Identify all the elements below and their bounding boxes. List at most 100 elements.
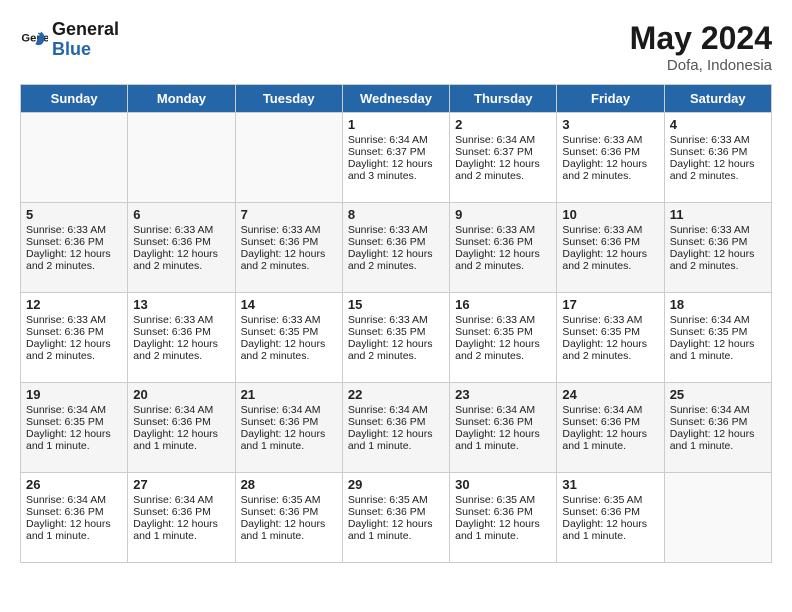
calendar-cell: 31Sunrise: 6:35 AMSunset: 6:36 PMDayligh… bbox=[557, 473, 664, 563]
day-header-wednesday: Wednesday bbox=[342, 85, 449, 113]
day-info-line: and 2 minutes. bbox=[562, 260, 658, 272]
calendar-cell bbox=[21, 113, 128, 203]
day-info-line: Sunrise: 6:33 AM bbox=[562, 134, 658, 146]
day-info-line: Sunset: 6:36 PM bbox=[562, 416, 658, 428]
calendar-cell bbox=[128, 113, 235, 203]
calendar-cell: 19Sunrise: 6:34 AMSunset: 6:35 PMDayligh… bbox=[21, 383, 128, 473]
day-number: 14 bbox=[241, 297, 337, 312]
day-number: 22 bbox=[348, 387, 444, 402]
day-info-line: Sunrise: 6:33 AM bbox=[455, 224, 551, 236]
calendar-cell: 25Sunrise: 6:34 AMSunset: 6:36 PMDayligh… bbox=[664, 383, 771, 473]
day-info-line: Sunset: 6:35 PM bbox=[26, 416, 122, 428]
day-info-line: and 1 minute. bbox=[26, 440, 122, 452]
day-number: 19 bbox=[26, 387, 122, 402]
day-info-line: and 2 minutes. bbox=[133, 350, 229, 362]
calendar-cell: 21Sunrise: 6:34 AMSunset: 6:36 PMDayligh… bbox=[235, 383, 342, 473]
day-info-line: Daylight: 12 hours bbox=[670, 428, 766, 440]
calendar-cell: 28Sunrise: 6:35 AMSunset: 6:36 PMDayligh… bbox=[235, 473, 342, 563]
day-number: 20 bbox=[133, 387, 229, 402]
logo: General General Blue bbox=[20, 20, 119, 60]
day-info-line: Sunset: 6:36 PM bbox=[670, 416, 766, 428]
day-number: 11 bbox=[670, 207, 766, 222]
day-info-line: Sunrise: 6:34 AM bbox=[455, 404, 551, 416]
calendar-cell: 23Sunrise: 6:34 AMSunset: 6:36 PMDayligh… bbox=[450, 383, 557, 473]
day-info-line: Sunrise: 6:35 AM bbox=[241, 494, 337, 506]
day-info-line: and 2 minutes. bbox=[562, 350, 658, 362]
day-info-line: Daylight: 12 hours bbox=[348, 248, 444, 260]
day-info-line: Sunset: 6:37 PM bbox=[455, 146, 551, 158]
calendar-cell bbox=[235, 113, 342, 203]
day-info-line: Sunset: 6:36 PM bbox=[348, 506, 444, 518]
calendar-week-2: 5Sunrise: 6:33 AMSunset: 6:36 PMDaylight… bbox=[21, 203, 772, 293]
day-info-line: Sunset: 6:35 PM bbox=[562, 326, 658, 338]
day-info-line: and 1 minute. bbox=[133, 440, 229, 452]
day-info-line: Sunrise: 6:34 AM bbox=[348, 404, 444, 416]
day-info-line: and 2 minutes. bbox=[241, 350, 337, 362]
day-info-line: Daylight: 12 hours bbox=[241, 338, 337, 350]
day-info-line: Sunrise: 6:34 AM bbox=[26, 494, 122, 506]
day-info-line: Sunrise: 6:33 AM bbox=[455, 314, 551, 326]
day-info-line: and 1 minute. bbox=[455, 530, 551, 542]
calendar-cell: 4Sunrise: 6:33 AMSunset: 6:36 PMDaylight… bbox=[664, 113, 771, 203]
day-number: 25 bbox=[670, 387, 766, 402]
month-title: May 2024 bbox=[630, 20, 772, 57]
calendar-cell: 20Sunrise: 6:34 AMSunset: 6:36 PMDayligh… bbox=[128, 383, 235, 473]
day-number: 9 bbox=[455, 207, 551, 222]
day-info-line: Daylight: 12 hours bbox=[26, 338, 122, 350]
calendar-cell: 9Sunrise: 6:33 AMSunset: 6:36 PMDaylight… bbox=[450, 203, 557, 293]
day-info-line: Sunrise: 6:34 AM bbox=[455, 134, 551, 146]
day-number: 27 bbox=[133, 477, 229, 492]
day-info-line: Sunrise: 6:33 AM bbox=[26, 224, 122, 236]
day-info-line: Sunset: 6:35 PM bbox=[670, 326, 766, 338]
day-info-line: Sunset: 6:36 PM bbox=[670, 236, 766, 248]
day-info-line: Sunset: 6:36 PM bbox=[241, 236, 337, 248]
calendar-cell: 29Sunrise: 6:35 AMSunset: 6:36 PMDayligh… bbox=[342, 473, 449, 563]
day-info-line: Daylight: 12 hours bbox=[670, 158, 766, 170]
day-info-line: Daylight: 12 hours bbox=[26, 428, 122, 440]
day-info-line: Sunrise: 6:33 AM bbox=[26, 314, 122, 326]
calendar-cell: 16Sunrise: 6:33 AMSunset: 6:35 PMDayligh… bbox=[450, 293, 557, 383]
day-info-line: Sunrise: 6:33 AM bbox=[562, 314, 658, 326]
day-info-line: Sunrise: 6:33 AM bbox=[562, 224, 658, 236]
day-info-line: and 2 minutes. bbox=[670, 260, 766, 272]
day-header-tuesday: Tuesday bbox=[235, 85, 342, 113]
day-info-line: Sunset: 6:36 PM bbox=[455, 416, 551, 428]
day-number: 2 bbox=[455, 117, 551, 132]
day-info-line: Sunrise: 6:34 AM bbox=[133, 494, 229, 506]
day-info-line: Daylight: 12 hours bbox=[241, 428, 337, 440]
day-info-line: Daylight: 12 hours bbox=[562, 428, 658, 440]
day-info-line: Sunrise: 6:35 AM bbox=[455, 494, 551, 506]
day-info-line: Daylight: 12 hours bbox=[455, 338, 551, 350]
calendar-cell: 18Sunrise: 6:34 AMSunset: 6:35 PMDayligh… bbox=[664, 293, 771, 383]
day-info-line: Sunset: 6:36 PM bbox=[670, 146, 766, 158]
day-info-line: Sunset: 6:36 PM bbox=[455, 506, 551, 518]
day-number: 3 bbox=[562, 117, 658, 132]
day-info-line: Sunrise: 6:33 AM bbox=[133, 314, 229, 326]
day-info-line: and 1 minute. bbox=[348, 530, 444, 542]
day-info-line: Sunrise: 6:33 AM bbox=[348, 314, 444, 326]
calendar-cell: 26Sunrise: 6:34 AMSunset: 6:36 PMDayligh… bbox=[21, 473, 128, 563]
day-info-line: Daylight: 12 hours bbox=[348, 158, 444, 170]
day-info-line: Daylight: 12 hours bbox=[455, 428, 551, 440]
day-number: 30 bbox=[455, 477, 551, 492]
calendar-cell: 6Sunrise: 6:33 AMSunset: 6:36 PMDaylight… bbox=[128, 203, 235, 293]
day-number: 10 bbox=[562, 207, 658, 222]
day-info-line: and 1 minute. bbox=[562, 440, 658, 452]
day-info-line: Daylight: 12 hours bbox=[26, 518, 122, 530]
calendar-cell: 11Sunrise: 6:33 AMSunset: 6:36 PMDayligh… bbox=[664, 203, 771, 293]
day-info-line: Daylight: 12 hours bbox=[133, 338, 229, 350]
day-info-line: Sunset: 6:36 PM bbox=[26, 236, 122, 248]
day-info-line: Sunset: 6:36 PM bbox=[241, 416, 337, 428]
day-info-line: Sunrise: 6:33 AM bbox=[241, 314, 337, 326]
day-number: 13 bbox=[133, 297, 229, 312]
day-info-line: Daylight: 12 hours bbox=[348, 338, 444, 350]
calendar-cell: 12Sunrise: 6:33 AMSunset: 6:36 PMDayligh… bbox=[21, 293, 128, 383]
day-info-line: Sunset: 6:36 PM bbox=[348, 236, 444, 248]
day-info-line: Sunset: 6:36 PM bbox=[562, 506, 658, 518]
day-header-saturday: Saturday bbox=[664, 85, 771, 113]
day-info-line: Daylight: 12 hours bbox=[241, 518, 337, 530]
location: Dofa, Indonesia bbox=[630, 57, 772, 74]
day-info-line: and 1 minute. bbox=[26, 530, 122, 542]
calendar-cell: 7Sunrise: 6:33 AMSunset: 6:36 PMDaylight… bbox=[235, 203, 342, 293]
calendar-cell: 15Sunrise: 6:33 AMSunset: 6:35 PMDayligh… bbox=[342, 293, 449, 383]
